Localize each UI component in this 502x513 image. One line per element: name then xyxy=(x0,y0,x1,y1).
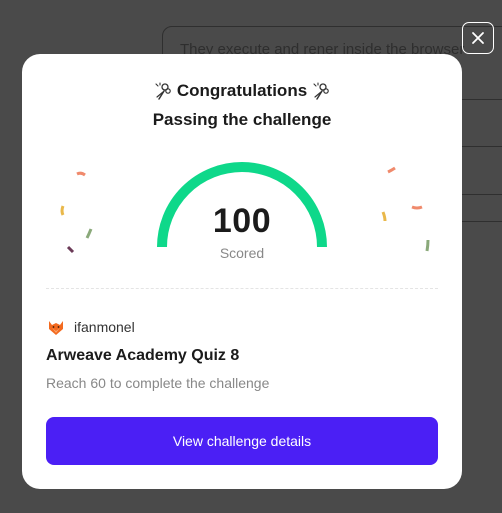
fox-avatar-icon xyxy=(49,321,63,335)
score-label: Scored xyxy=(219,245,265,261)
background-divider xyxy=(462,194,502,195)
confetti-piece xyxy=(76,171,86,177)
quiz-description: Reach 60 to complete the challenge xyxy=(46,375,270,391)
bouquet-icon xyxy=(313,82,329,100)
section-divider xyxy=(46,288,438,289)
close-button[interactable] xyxy=(462,22,494,54)
view-challenge-details-button[interactable]: View challenge details xyxy=(46,417,438,465)
quiz-title: Arweave Academy Quiz 8 xyxy=(46,347,240,364)
background-divider xyxy=(462,99,502,100)
score-value: 100 xyxy=(212,202,272,240)
confetti-piece xyxy=(387,166,396,174)
challenge-result-modal: Congratulations Passing the challenge 10… xyxy=(22,54,462,489)
background-divider xyxy=(462,146,502,147)
modal-title-row: Congratulations xyxy=(22,81,462,101)
bouquet-icon xyxy=(155,82,171,100)
modal-title: Congratulations xyxy=(176,81,308,100)
modal-subtitle: Passing the challenge xyxy=(152,110,332,129)
close-icon xyxy=(472,32,484,44)
username: ifanmonel xyxy=(74,319,135,335)
user-info: ifanmonel xyxy=(46,317,135,337)
